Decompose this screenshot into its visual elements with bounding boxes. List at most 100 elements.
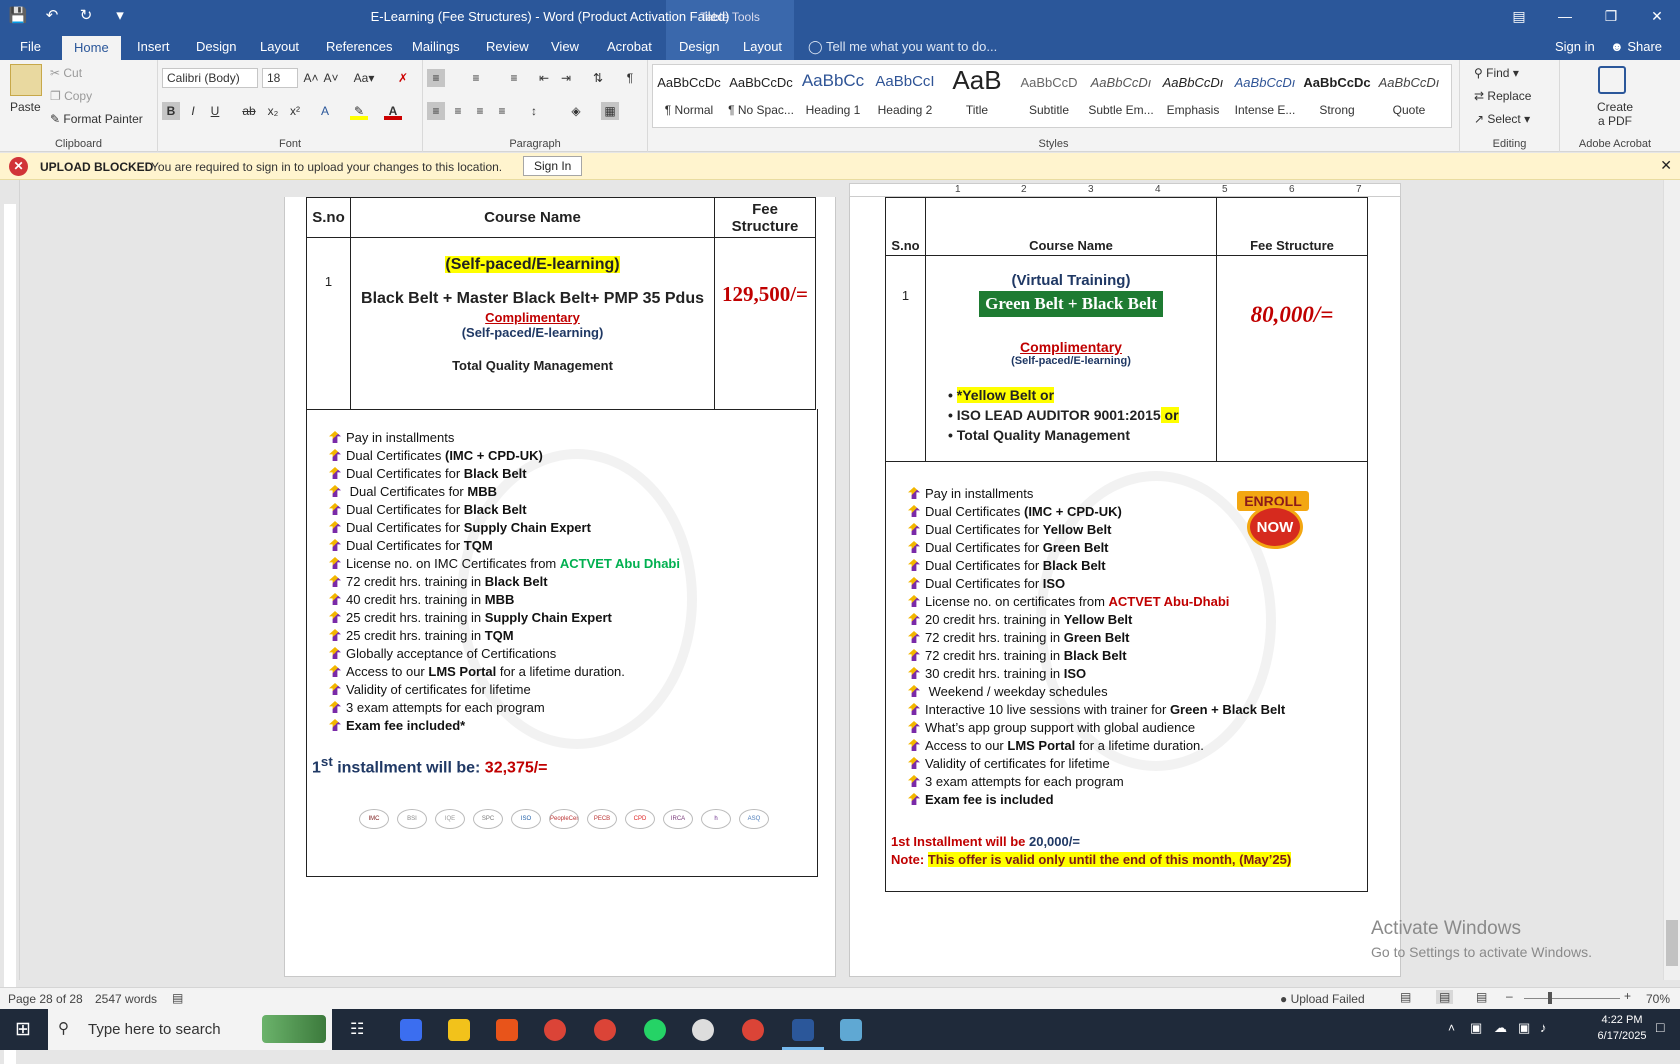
tab-view[interactable]: View <box>551 39 579 54</box>
grow-font-icon[interactable]: A˄ <box>302 69 320 87</box>
style-strong[interactable]: AaBbCcDc Strong <box>1301 65 1373 127</box>
app-icon[interactable] <box>840 1019 862 1041</box>
tab-design[interactable]: Design <box>196 39 236 54</box>
windows-start-icon[interactable]: ⊞ <box>15 1018 31 1041</box>
vertical-scrollbar[interactable] <box>1663 180 1680 980</box>
tray-icon[interactable]: ▣ <box>1470 1020 1482 1036</box>
style-normal[interactable]: AaBbCcDc ¶ Normal <box>653 65 725 127</box>
paste-icon[interactable] <box>10 64 42 96</box>
proofing-icon[interactable]: ▤ <box>172 991 183 1005</box>
web-layout-icon[interactable]: ▤ <box>1476 990 1487 1004</box>
taskbar-search[interactable]: ⚲ Type here to search <box>48 1009 332 1050</box>
format-painter-button[interactable]: ✎ Format Painter <box>50 112 143 126</box>
find-button[interactable]: ⚲ Find ▾ <box>1474 66 1519 80</box>
print-layout-icon[interactable]: ▤ <box>1436 990 1454 1004</box>
chrome-icon[interactable] <box>594 1019 616 1041</box>
style-no-spacing[interactable]: AaBbCcDc ¶ No Spac... <box>725 65 797 127</box>
zoom-slider[interactable] <box>1524 998 1620 999</box>
close-message-icon[interactable]: ✕ <box>1660 157 1672 174</box>
style-quote[interactable]: AaBbCcDı Quote <box>1373 65 1445 127</box>
tab-table-layout[interactable]: Layout <box>743 39 782 54</box>
tab-references[interactable]: References <box>326 39 392 54</box>
tray-icon[interactable]: ☁ <box>1494 1020 1507 1036</box>
task-view-icon[interactable]: ☷ <box>350 1019 364 1039</box>
style-heading-2[interactable]: AaBbCcI Heading 2 <box>869 65 941 127</box>
sort-icon[interactable]: ⇅ <box>589 69 607 87</box>
file-explorer-icon[interactable] <box>448 1019 470 1041</box>
justify-icon[interactable]: ≡ <box>493 102 511 120</box>
volume-icon[interactable]: ♪ <box>1540 1020 1547 1035</box>
tray-chevron-icon[interactable]: ˄ <box>1448 1021 1455 1035</box>
change-case-icon[interactable]: Aa▾ <box>350 69 378 87</box>
time[interactable]: 4:22 PM <box>1590 1014 1654 1026</box>
align-right-icon[interactable]: ≡ <box>471 102 489 120</box>
strikethrough-button[interactable]: ab <box>240 102 258 120</box>
whatsapp-icon[interactable] <box>644 1019 666 1041</box>
tab-layout[interactable]: Layout <box>260 39 299 54</box>
share-button[interactable]: ☻ Share <box>1610 39 1662 54</box>
numbering-icon[interactable]: ≡ <box>467 69 485 87</box>
ribbon-display-icon[interactable]: ▤ <box>1496 0 1542 34</box>
style-subtitle[interactable]: AaBbCcD Subtitle <box>1013 65 1085 127</box>
font-name-combo[interactable]: Calibri (Body) <box>162 68 258 88</box>
scroll-thumb[interactable] <box>1666 920 1678 966</box>
line-spacing-icon[interactable]: ↕ <box>525 102 543 120</box>
select-button[interactable]: ↗ Select ▾ <box>1474 112 1530 126</box>
app-icon[interactable] <box>496 1019 518 1041</box>
align-left-icon[interactable]: ≡ <box>427 102 445 120</box>
sign-in-button[interactable]: Sign In <box>523 156 583 176</box>
tab-table-design[interactable]: Design <box>679 39 719 54</box>
zoom-in-button[interactable]: + <box>1624 989 1631 1003</box>
tab-mailings[interactable]: Mailings <box>412 39 460 54</box>
style-subtle-emphasis[interactable]: AaBbCcDı Subtle Em... <box>1085 65 1157 127</box>
minimize-button[interactable]: — <box>1542 0 1588 34</box>
chrome-icon[interactable] <box>742 1019 764 1041</box>
clear-formatting-icon[interactable]: ✗ <box>394 69 412 87</box>
create-pdf-icon[interactable] <box>1598 66 1626 94</box>
create-pdf-button[interactable]: Create a PDF <box>1560 100 1670 128</box>
cut-button[interactable]: ✂ Cut <box>50 66 82 80</box>
sign-in-link[interactable]: Sign in <box>1555 39 1595 54</box>
decrease-indent-icon[interactable]: ⇤ <box>535 69 553 87</box>
zoom-out-button[interactable]: – <box>1506 989 1513 1003</box>
zoom-slider-thumb[interactable] <box>1548 992 1552 1004</box>
tab-insert[interactable]: Insert <box>137 39 170 54</box>
font-color-icon[interactable]: A <box>384 102 402 120</box>
subscript-button[interactable]: x₂ <box>264 102 282 120</box>
copilot-icon[interactable] <box>400 1019 422 1041</box>
underline-button[interactable]: U <box>206 102 224 120</box>
font-size-combo[interactable]: 18 <box>262 68 298 88</box>
borders-icon[interactable]: ▦ <box>601 102 619 120</box>
multilevel-list-icon[interactable]: ≡ <box>505 69 523 87</box>
bold-button[interactable]: B <box>162 102 180 120</box>
show-marks-icon[interactable]: ¶ <box>621 69 639 87</box>
maximize-button[interactable]: ❐ <box>1588 0 1634 34</box>
upload-status[interactable]: ● Upload Failed <box>1280 992 1365 1006</box>
superscript-button[interactable]: x² <box>286 102 304 120</box>
clock-app-icon[interactable] <box>692 1019 714 1041</box>
style-title[interactable]: AaB Title <box>941 65 1013 127</box>
close-button[interactable]: ✕ <box>1634 0 1680 34</box>
read-mode-icon[interactable]: ▤ <box>1400 990 1411 1004</box>
text-effects-icon[interactable]: A <box>316 102 334 120</box>
paste-button[interactable]: Paste <box>10 100 41 114</box>
shrink-font-icon[interactable]: A˅ <box>322 69 340 87</box>
style-emphasis[interactable]: AaBbCcDı Emphasis <box>1157 65 1229 127</box>
shading-icon[interactable]: ◈ <box>567 102 585 120</box>
zoom-level[interactable]: 70% <box>1646 992 1670 1006</box>
word-icon[interactable] <box>792 1019 814 1041</box>
align-center-icon[interactable]: ≡ <box>449 102 467 120</box>
notifications-icon[interactable]: □ <box>1656 1019 1664 1035</box>
tab-review[interactable]: Review <box>486 39 529 54</box>
style-heading-1[interactable]: AaBbCc Heading 1 <box>797 65 869 127</box>
tell-me-search[interactable]: ◯ Tell me what you want to do... <box>808 39 997 55</box>
bullets-icon[interactable]: ≡ <box>427 69 445 87</box>
style-intense-emphasis[interactable]: AaBbCcDı Intense E... <box>1229 65 1301 127</box>
tab-home[interactable]: Home <box>62 36 121 60</box>
increase-indent-icon[interactable]: ⇥ <box>557 69 575 87</box>
highlight-icon[interactable]: ✎ <box>350 102 368 120</box>
date[interactable]: 6/17/2025 <box>1590 1030 1654 1042</box>
tab-acrobat[interactable]: Acrobat <box>607 39 652 54</box>
page-count[interactable]: Page 28 of 28 <box>8 992 83 1006</box>
chrome-icon[interactable] <box>544 1019 566 1041</box>
